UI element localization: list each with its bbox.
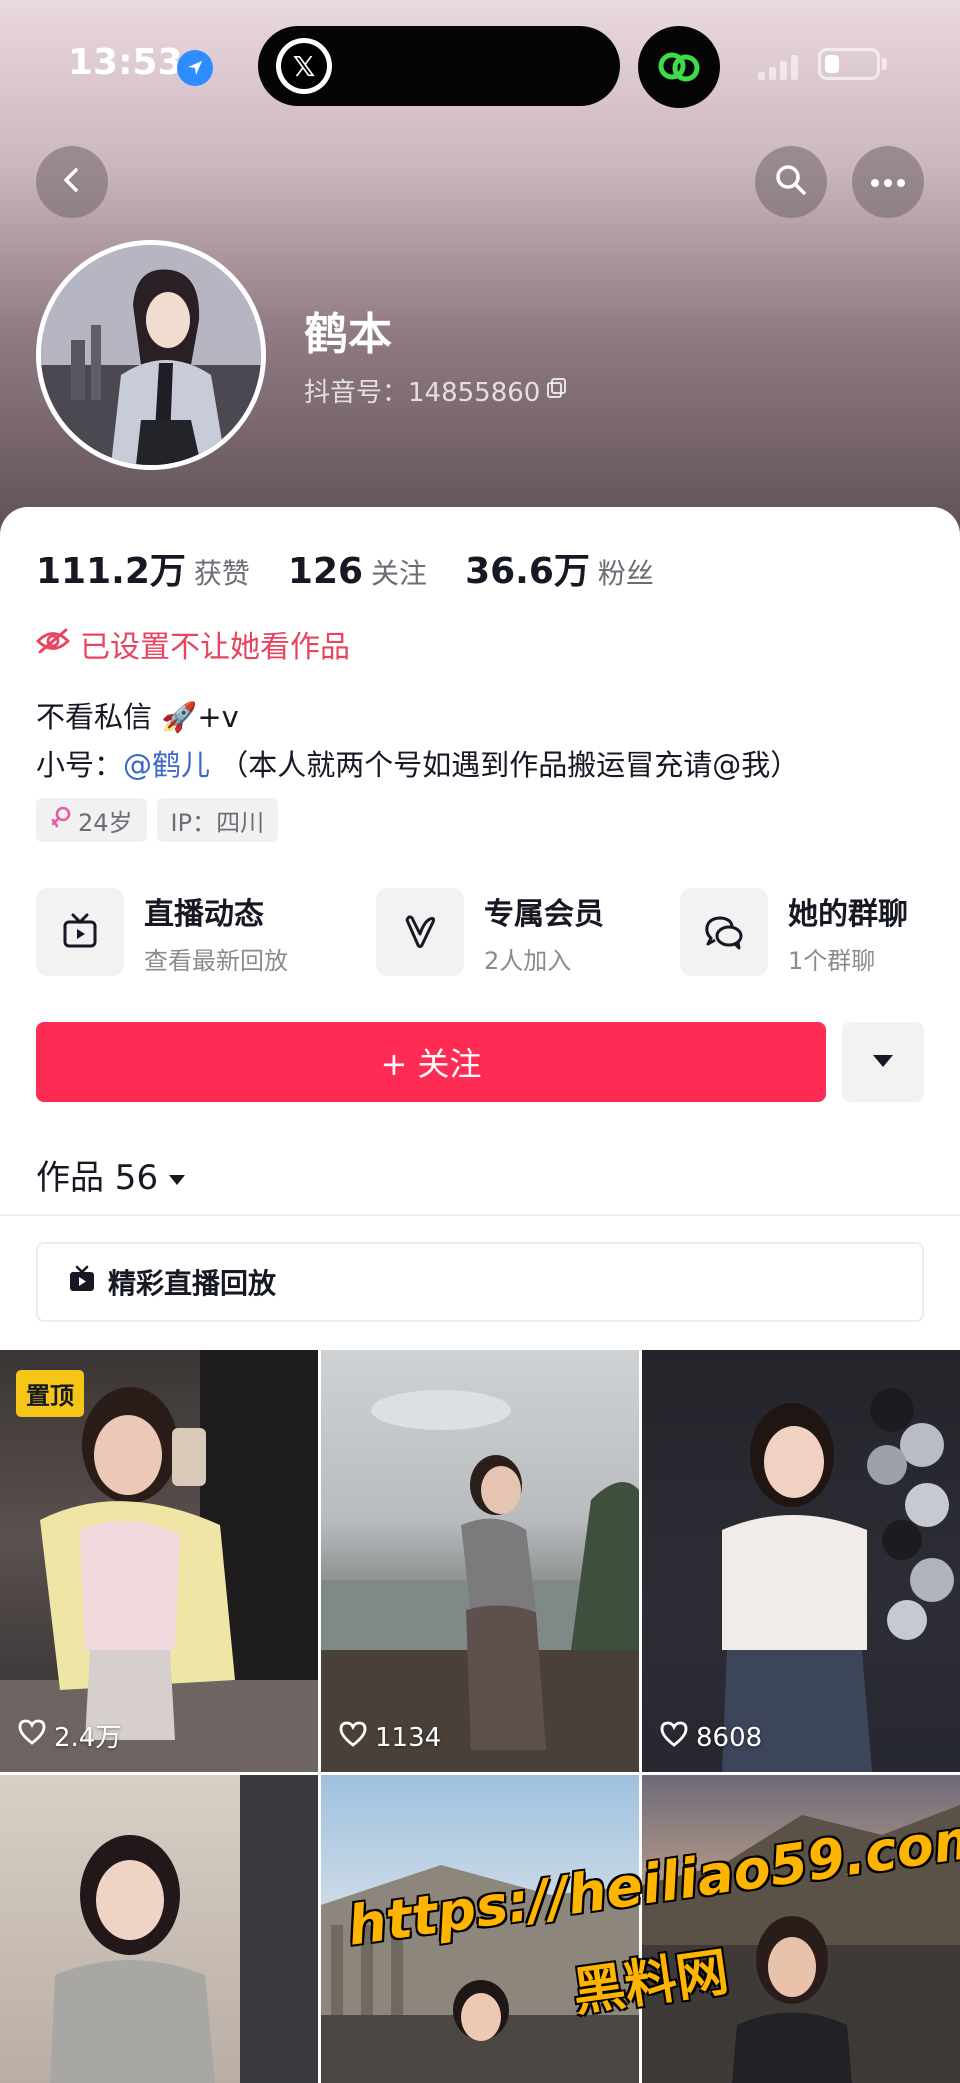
heart-icon — [18, 1719, 46, 1752]
likes-label: 获赞 — [193, 557, 250, 590]
feature-live-subtitle: 查看最新回放 — [144, 946, 288, 975]
live-replay-label: 精彩直播回放 — [108, 1267, 277, 1300]
profile-stats: 111.2万 获赞 126 关注 36.6万 粉丝 — [36, 542, 692, 594]
tab-works[interactable]: 作品 56 — [36, 1150, 186, 1199]
live-replay-button[interactable]: 精彩直播回放 — [36, 1242, 924, 1322]
alt-account-mention[interactable]: @鹤儿 — [123, 748, 210, 782]
female-icon — [50, 805, 72, 835]
chat-bubbles-icon — [680, 888, 768, 976]
bio-line-1: 不看私信 🚀+v — [36, 700, 239, 734]
video-tile[interactable] — [0, 1775, 318, 2083]
ip-tag: IP：四川 — [156, 798, 279, 842]
battery-icon — [818, 48, 880, 80]
tab-works-label: 作品 56 — [36, 1158, 159, 1198]
feature-membership-subtitle: 2人加入 — [484, 946, 572, 975]
following-count[interactable]: 126 — [288, 551, 363, 592]
tv-icon — [36, 888, 124, 976]
caret-down-icon — [168, 1155, 186, 1195]
douyin-id-text: 抖音号：14855860 — [304, 378, 541, 408]
video-likes-count: 1134 — [375, 1722, 442, 1753]
x-logo-icon[interactable]: 𝕏 — [276, 38, 332, 94]
divider — [0, 1214, 960, 1216]
follow-options-button[interactable] — [842, 1022, 924, 1102]
battery-tip — [882, 58, 887, 70]
eye-off-icon — [36, 627, 70, 662]
chevron-left-icon — [57, 165, 87, 199]
feature-group-chat[interactable]: 她的群聊 1个群聊 — [680, 886, 908, 978]
signal-icon — [758, 54, 802, 80]
video-tile[interactable]: 8608 — [642, 1350, 960, 1772]
bio-line-2: 小号：@鹤儿 （本人就两个号如遇到作品搬运冒充请@我） — [36, 742, 799, 784]
likes-count: 111.2万 — [36, 551, 186, 592]
search-button[interactable] — [755, 146, 827, 218]
followers-count[interactable]: 36.6万 — [465, 542, 590, 594]
pinned-badge: 置顶 — [16, 1370, 84, 1417]
hidden-works-text: 已设置不让她看作品 — [80, 630, 350, 665]
feature-membership-title: 专属会员 — [484, 896, 604, 932]
profile-tags: 24岁 IP：四川 — [36, 798, 279, 842]
feature-exclusive-membership[interactable]: 专属会员 2人加入 — [376, 886, 604, 978]
follow-button[interactable]: + 关注 — [36, 1022, 826, 1102]
feature-group-subtitle: 1个群聊 — [788, 946, 876, 975]
profile-name: 鹤本 — [304, 309, 392, 360]
heart-icon — [339, 1721, 367, 1754]
feature-group-title: 她的群聊 — [788, 896, 908, 932]
more-options-button[interactable] — [852, 146, 924, 218]
heart-icon — [660, 1721, 688, 1754]
copy-icon[interactable] — [546, 376, 568, 406]
avatar[interactable] — [36, 240, 266, 470]
bio-alt-prefix: 小号： — [36, 748, 124, 782]
feature-live-updates[interactable]: 直播动态 查看最新回放 — [36, 886, 288, 978]
status-time: 13:53 — [68, 42, 183, 83]
ip-text: IP：四川 — [170, 808, 265, 837]
video-likes-count: 8608 — [696, 1722, 763, 1753]
feature-live-title: 直播动态 — [144, 896, 264, 932]
location-arrow-icon — [177, 50, 213, 86]
video-tile[interactable]: 置顶 2.4万 — [0, 1350, 318, 1772]
back-button[interactable] — [36, 146, 108, 218]
video-likes: 2.4万 — [18, 1717, 121, 1754]
triangle-down-icon — [872, 1053, 894, 1072]
video-likes: 8608 — [660, 1721, 762, 1754]
more-dots-icon — [870, 173, 906, 192]
douyin-id[interactable]: 抖音号：14855860 — [304, 372, 568, 409]
link-icon[interactable] — [638, 26, 720, 108]
v-badge-icon — [376, 888, 464, 976]
tv-play-icon — [68, 1265, 96, 1300]
video-likes: 1134 — [339, 1721, 441, 1754]
age-text: 24岁 — [78, 808, 133, 837]
bio-alt-suffix: （本人就两个号如遇到作品搬运冒充请@我） — [210, 748, 800, 782]
age-tag: 24岁 — [36, 798, 147, 842]
video-tile[interactable]: 1134 — [321, 1350, 639, 1772]
hidden-works-note: 已设置不让她看作品 — [36, 622, 350, 666]
following-label[interactable]: 关注 — [371, 552, 427, 592]
search-icon — [774, 163, 808, 201]
video-likes-count: 2.4万 — [54, 1723, 122, 1753]
followers-label[interactable]: 粉丝 — [598, 552, 654, 592]
